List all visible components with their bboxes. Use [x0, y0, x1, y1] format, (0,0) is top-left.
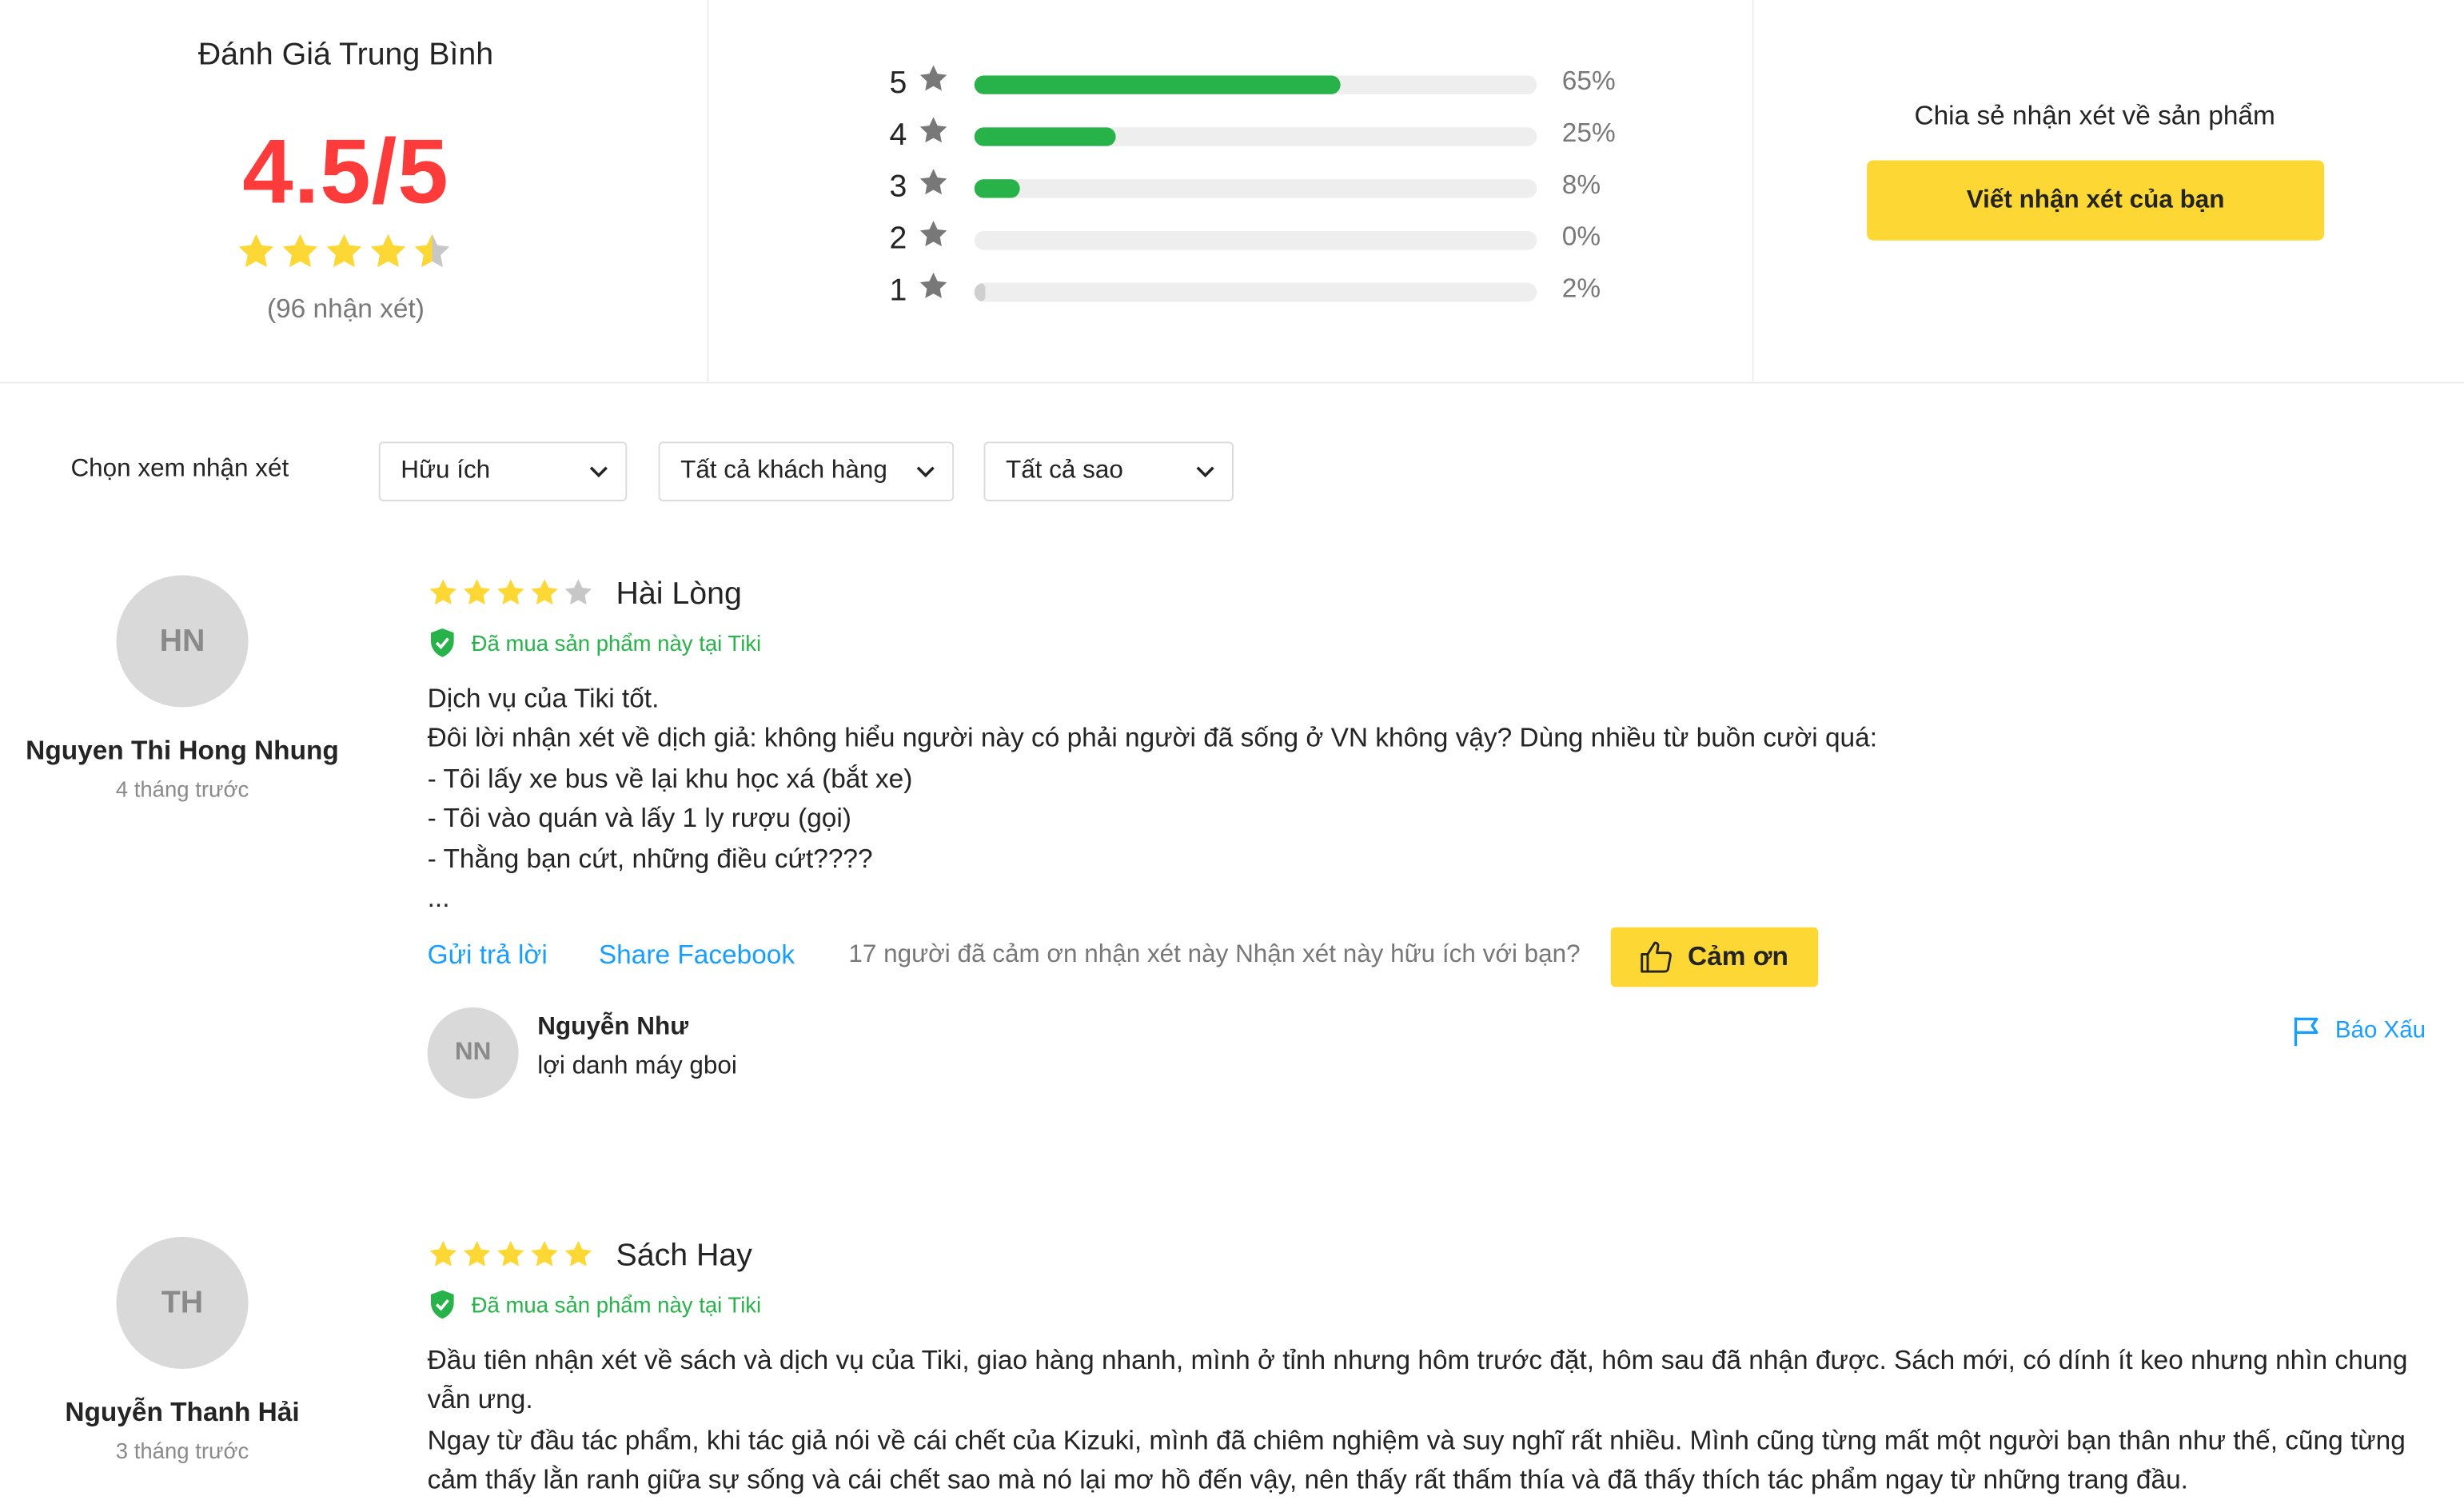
review-line: - Thằng bạn cứt, những điều cứt???? — [427, 843, 873, 874]
rating-percent: 25% — [1561, 118, 1616, 148]
shield-check-icon — [431, 1290, 454, 1319]
rating-row-2[interactable]: 2 0% — [880, 218, 1634, 259]
rating-bar — [974, 230, 1537, 250]
rating-row-5[interactable]: 5 65% — [880, 63, 1634, 104]
reply-link[interactable]: Gửi trả lời — [428, 939, 548, 971]
share-review-prompt: Chia sẻ nhận xét về sản phẩm — [1914, 100, 2275, 131]
review-line: Ngay từ đầu tác phẩm, khi tác giả nói về… — [427, 1425, 2406, 1495]
report-label: Báo Xấu — [2334, 1016, 2426, 1044]
star-icon — [564, 1240, 592, 1267]
star-icon — [326, 233, 362, 268]
star-icon — [429, 1240, 457, 1267]
rating-bar — [974, 282, 1537, 302]
average-rating-title: Đánh Giá Trung Bình — [197, 38, 494, 73]
thumbs-up-icon — [1641, 941, 1672, 973]
chevron-down-icon — [589, 466, 608, 478]
customer-filter-value: Tất cả khách hàng — [680, 457, 887, 485]
review-line: Dịch vụ của Tiki tốt. — [427, 684, 660, 714]
customer-filter-select[interactable]: Tất cả khách hàng — [658, 441, 955, 502]
rating-row-3[interactable]: 3 8% — [880, 166, 1634, 207]
review-line: ... — [427, 883, 450, 914]
reply-author: Nguyễn Như — [537, 1013, 688, 1041]
divider — [707, 0, 709, 382]
review-time: 4 tháng trước — [115, 776, 249, 802]
star-icon — [370, 233, 406, 268]
average-rating-value: 4.5/5 — [242, 121, 449, 224]
rating-bar — [974, 179, 1537, 198]
rating-row-stars: 4 — [889, 118, 907, 153]
review-title: Hài Lòng — [616, 576, 742, 612]
review-title: Sách Hay — [616, 1238, 752, 1274]
shield-check-icon — [431, 628, 454, 657]
review-content: Dịch vụ của Tiki tốt. Đôi lời nhận xét v… — [428, 679, 2423, 919]
review-author: Nguyen Thi Hong Nhung — [26, 735, 339, 766]
rating-percent: 65% — [1561, 66, 1616, 96]
flag-icon — [2294, 1017, 2318, 1047]
star-icon — [282, 233, 318, 268]
thanks-count-text: 17 người đã cảm ơn nhận xét này Nhận xét… — [848, 941, 1581, 968]
verified-text: Đã mua sản phẩm này tại Tiki — [471, 1291, 762, 1318]
filter-label: Chọn xem nhận xét — [70, 456, 289, 483]
rating-percent: 0% — [1561, 221, 1601, 252]
rating-bar-fill — [974, 127, 1115, 146]
star-icon — [531, 579, 558, 605]
review-line: Đầu tiên nhận xét về sách và dịch vụ của… — [427, 1345, 2408, 1415]
star-icon — [918, 270, 949, 301]
chevron-down-icon — [916, 466, 935, 478]
chevron-down-icon — [1196, 466, 1214, 478]
rating-row-stars: 1 — [889, 273, 907, 309]
reply-content: lợi danh máy gboi — [537, 1052, 737, 1080]
star-icon — [531, 1240, 558, 1267]
star-icon — [497, 579, 524, 605]
rating-bar — [974, 75, 1537, 94]
avatar: TH — [116, 1236, 249, 1370]
rating-summary: Đánh Giá Trung Bình 4.5/5 (96 nhận xét) … — [0, 0, 2464, 384]
rating-row-stars: 5 — [889, 66, 907, 101]
star-icon — [463, 579, 491, 605]
sort-select[interactable]: Hữu ích — [378, 441, 628, 502]
star-icon — [918, 63, 949, 94]
star-icon — [564, 579, 592, 605]
verified-text: Đã mua sản phẩm này tại Tiki — [471, 630, 762, 656]
rating-bar — [974, 127, 1537, 146]
review-count: (96 nhận xét) — [266, 293, 425, 324]
rating-row-1[interactable]: 1 2% — [880, 270, 1634, 311]
rating-bar-fill — [974, 75, 1341, 94]
star-icon — [918, 114, 949, 146]
product-review-section: Đánh Giá Trung Bình 4.5/5 (96 nhận xét) … — [0, 0, 2464, 1495]
rating-row-stars: 3 — [889, 170, 907, 205]
rating-bar-fill — [974, 179, 1019, 198]
review-author: Nguyễn Thanh Hải — [65, 1397, 300, 1427]
write-review-button[interactable]: Viết nhận xét của bạn — [1867, 160, 2325, 241]
rating-percent: 2% — [1561, 273, 1601, 304]
thanks-button[interactable]: Cảm ơn — [1610, 927, 1819, 987]
star-icon — [918, 218, 949, 249]
star-icon — [918, 166, 949, 197]
star-icon — [238, 233, 274, 268]
thanks-button-label: Cảm ơn — [1688, 941, 1788, 971]
review-line: - Tôi vào quán và lấy 1 ly rượu (gọi) — [427, 803, 851, 834]
review-stars — [429, 579, 592, 605]
review-line: - Tôi lấy xe bus về lại khu học xá (bắt … — [427, 763, 913, 794]
star-filter-select[interactable]: Tất cả sao — [983, 441, 1234, 502]
review-line: Đôi lời nhận xét về dịch giả: không hiểu… — [427, 723, 1878, 754]
avatar: HN — [116, 575, 249, 708]
divider — [1752, 0, 1754, 382]
star-icon — [497, 1240, 524, 1267]
rating-row-stars: 2 — [889, 221, 907, 257]
share-facebook-link[interactable]: Share Facebook — [599, 939, 795, 971]
rating-row-4[interactable]: 4 25% — [880, 114, 1634, 155]
star-icon — [429, 579, 457, 605]
review-stars — [429, 1240, 592, 1267]
review-time: 3 tháng trước — [115, 1438, 249, 1463]
review-content: Đầu tiên nhận xét về sách và dịch vụ của… — [428, 1341, 2431, 1500]
average-rating-stars — [238, 233, 450, 268]
rating-bar-fill — [974, 282, 986, 302]
sort-select-value: Hữu ích — [401, 457, 491, 485]
rating-percent: 8% — [1561, 170, 1601, 200]
star-icon — [463, 1240, 491, 1267]
star-filter-value: Tất cả sao — [1005, 457, 1123, 485]
reply-avatar: NN — [427, 1007, 519, 1099]
